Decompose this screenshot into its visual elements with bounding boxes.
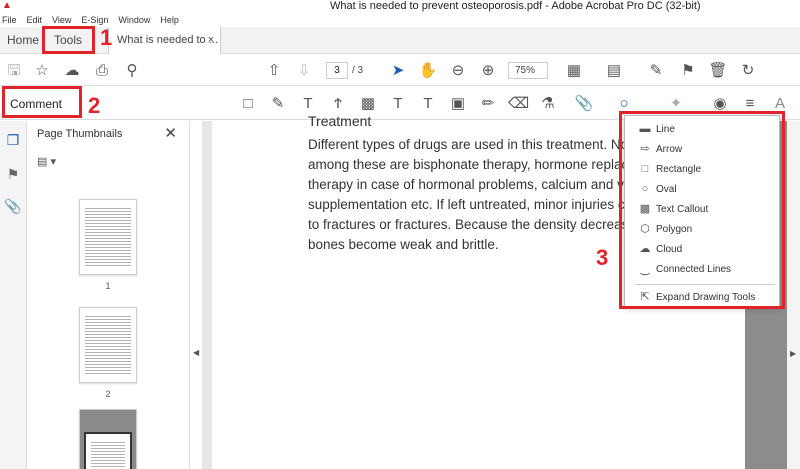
thumbnail-number: 1 [105,281,111,291]
tab-bar: Home Tools What is needed to ... × [0,27,800,54]
collapse-panel-icon[interactable]: ◀ [193,348,199,357]
page-fit-icon[interactable]: ▦ [564,61,584,81]
attachments-icon[interactable]: 📎 [4,197,22,215]
highlight-box-comment [2,86,82,118]
print-icon[interactable]: ⎙ [92,61,112,81]
expand-right-icon[interactable]: ▶ [790,349,796,358]
tab-document[interactable]: What is needed to ... × [108,27,221,54]
window-title: What is needed to prevent osteoporosis.p… [330,0,701,12]
zoom-in-icon[interactable]: ⊕ [478,61,498,81]
page-total: / 3 [352,65,364,76]
scroll-mode-icon[interactable]: ▤ [604,61,624,81]
attach-icon[interactable]: 📎 [574,94,594,114]
highlight-box-drawing-menu [619,111,785,309]
upload-cloud-icon[interactable]: ☁ [62,61,82,81]
thumbnails-panel: Page Thumbnails ✕ ▤ ▾ 1 2 [27,121,190,469]
insert-text-icon[interactable]: T [388,94,408,114]
star-icon[interactable]: ☆ [32,61,52,81]
menu-bar: File Edit View E-Sign Window Help [0,13,800,27]
previous-page-icon[interactable]: ⇧ [264,61,284,81]
step-number-3: 3 [596,245,609,270]
step-number-2: 2 [88,93,101,118]
hand-tool-icon[interactable]: ✋ [418,61,438,81]
menu-view[interactable]: View [52,13,71,27]
replace-text-icon[interactable]: ▩ [358,94,378,114]
add-text-icon[interactable]: T [418,94,438,114]
page-thumbnails-icon[interactable]: ❐ [4,131,22,149]
pencil-icon[interactable]: ✏ [478,94,498,114]
search-icon[interactable]: ⚲ [122,61,142,81]
main-toolbar: 🖫 ☆ ☁ ⎙ ⚲ ⇧ ⇩ 3 / 3 ➤ ✋ ⊖ ⊕ 75% ▦ ▤ ✎ ⚑ … [0,55,800,86]
save-icon[interactable]: 🖫 [4,61,24,81]
menu-help[interactable]: Help [160,13,179,27]
bookmark-icon[interactable]: ⚑ [4,165,22,183]
tab-document-label: What is needed to ... [117,34,218,46]
thumbnail-page-2[interactable] [79,307,137,383]
tab-home[interactable]: Home [7,27,39,54]
thumbnail-page-1[interactable] [79,199,137,275]
sign-icon[interactable]: ✎ [646,61,666,81]
left-rail: ❐ ⚑ 📎 [0,121,27,469]
menu-window[interactable]: Window [118,13,150,27]
thumbnail-options-icon[interactable]: ▤ ▾ [37,155,61,171]
zoom-out-icon[interactable]: ⊖ [448,61,468,81]
thumbnail-number: 2 [105,389,111,399]
sticky-note-icon[interactable]: □ [238,94,258,114]
menu-edit[interactable]: Edit [27,13,43,27]
eraser-icon[interactable]: ⌫ [508,94,529,114]
zoom-field[interactable]: 75% [508,62,548,79]
menu-file[interactable]: File [2,13,17,27]
underline-text-icon[interactable]: T [298,94,318,114]
title-bar: ▲ What is needed to prevent osteoporosis… [0,0,800,13]
highlight-icon[interactable]: ✎ [268,94,288,114]
rotate-icon[interactable]: ↻ [738,61,758,81]
text-box-icon[interactable]: ▣ [448,94,468,114]
close-panel-icon[interactable]: ✕ [164,124,177,142]
close-tab-icon[interactable]: × [208,27,214,54]
thumbnails-title: Page Thumbnails [37,128,123,140]
stamp-icon[interactable]: ⚗ [538,94,558,114]
strikethrough-icon[interactable]: Ϯ [328,94,348,114]
delete-icon[interactable]: 🗑 [708,61,728,81]
select-cursor-icon[interactable]: ➤ [388,61,408,81]
next-page-icon[interactable]: ⇩ [294,61,314,81]
thumbnail-page-3[interactable] [79,409,137,469]
acrobat-logo-icon: ▲ [2,0,12,11]
right-scrollbar[interactable]: ▶ [787,121,800,469]
highlight-box-tools [42,26,95,54]
page-heading: Treatment [308,113,372,129]
tag-icon[interactable]: ⚑ [678,61,698,81]
page-number-input[interactable]: 3 [326,62,348,79]
step-number-1: 1 [100,25,113,50]
